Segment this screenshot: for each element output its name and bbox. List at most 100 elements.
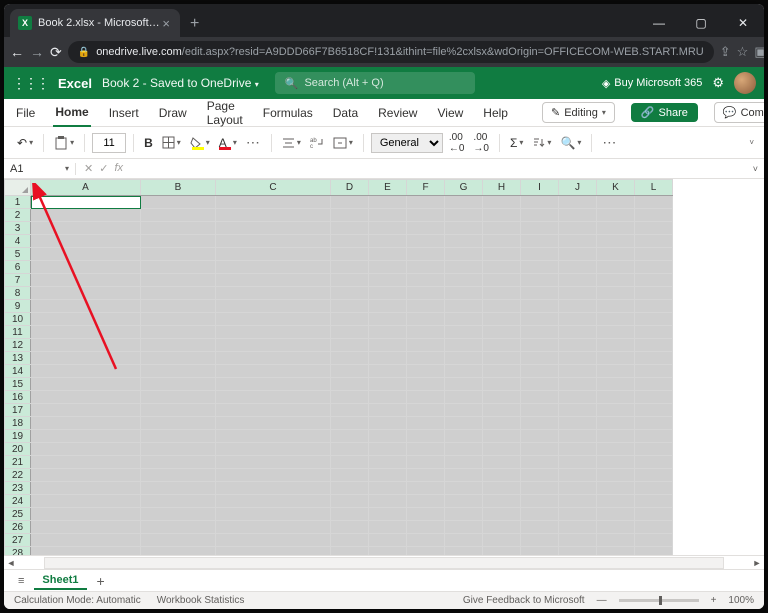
cell-G20[interactable] <box>445 443 483 456</box>
cell-G22[interactable] <box>445 469 483 482</box>
cell-H3[interactable] <box>483 222 521 235</box>
row-header-25[interactable]: 25 <box>5 508 31 521</box>
cell-G27[interactable] <box>445 534 483 547</box>
cell-K22[interactable] <box>597 469 635 482</box>
row-header-5[interactable]: 5 <box>5 248 31 261</box>
row-header-9[interactable]: 9 <box>5 300 31 313</box>
cell-F9[interactable] <box>407 300 445 313</box>
settings-icon[interactable]: ⚙ <box>712 75 724 91</box>
cell-D17[interactable] <box>331 404 369 417</box>
cell-E21[interactable] <box>369 456 407 469</box>
row-header-10[interactable]: 10 <box>5 313 31 326</box>
cell-G10[interactable] <box>445 313 483 326</box>
cell-F3[interactable] <box>407 222 445 235</box>
close-window-button[interactable]: ✕ <box>722 9 764 37</box>
cell-I8[interactable] <box>521 287 559 300</box>
cell-J22[interactable] <box>559 469 597 482</box>
cell-E11[interactable] <box>369 326 407 339</box>
cell-G28[interactable] <box>445 547 483 556</box>
cell-C16[interactable] <box>216 391 331 404</box>
more-commands-icon[interactable]: ⋯ <box>599 131 620 154</box>
cell-B4[interactable] <box>141 235 216 248</box>
cell-F20[interactable] <box>407 443 445 456</box>
cell-C2[interactable] <box>216 209 331 222</box>
cell-E25[interactable] <box>369 508 407 521</box>
cell-H9[interactable] <box>483 300 521 313</box>
cell-B25[interactable] <box>141 508 216 521</box>
cell-F24[interactable] <box>407 495 445 508</box>
cell-I3[interactable] <box>521 222 559 235</box>
cell-B7[interactable] <box>141 274 216 287</box>
col-header-F[interactable]: F <box>407 180 445 196</box>
cell-C6[interactable] <box>216 261 331 274</box>
cell-B3[interactable] <box>141 222 216 235</box>
cell-C10[interactable] <box>216 313 331 326</box>
cell-J12[interactable] <box>559 339 597 352</box>
select-all-corner[interactable] <box>5 180 31 196</box>
fill-color-button[interactable]: ▾ <box>187 133 213 153</box>
cell-I18[interactable] <box>521 417 559 430</box>
cell-B8[interactable] <box>141 287 216 300</box>
cell-L21[interactable] <box>635 456 673 469</box>
tab-view[interactable]: View <box>435 100 465 126</box>
cell-D24[interactable] <box>331 495 369 508</box>
cell-D19[interactable] <box>331 430 369 443</box>
cell-B16[interactable] <box>141 391 216 404</box>
undo-button[interactable]: ↶▾ <box>14 133 36 153</box>
cell-E13[interactable] <box>369 352 407 365</box>
share-button[interactable]: 🔗Share <box>631 103 698 122</box>
row-header-19[interactable]: 19 <box>5 430 31 443</box>
cell-L16[interactable] <box>635 391 673 404</box>
cell-H13[interactable] <box>483 352 521 365</box>
row-header-22[interactable]: 22 <box>5 469 31 482</box>
cell-A20[interactable] <box>31 443 141 456</box>
cell-L4[interactable] <box>635 235 673 248</box>
cell-K13[interactable] <box>597 352 635 365</box>
cell-A18[interactable] <box>31 417 141 430</box>
cell-C27[interactable] <box>216 534 331 547</box>
cell-I16[interactable] <box>521 391 559 404</box>
horizontal-scrollbar[interactable]: ◄ ► <box>4 555 764 569</box>
cell-A14[interactable] <box>31 365 141 378</box>
cell-F22[interactable] <box>407 469 445 482</box>
cell-H11[interactable] <box>483 326 521 339</box>
cell-F19[interactable] <box>407 430 445 443</box>
cell-K10[interactable] <box>597 313 635 326</box>
search-box[interactable]: 🔍 <box>275 72 475 94</box>
buy-microsoft-365[interactable]: ◈Buy Microsoft 365 <box>602 77 703 90</box>
merge-button[interactable]: ▾ <box>330 134 356 152</box>
cell-D12[interactable] <box>331 339 369 352</box>
row-header-27[interactable]: 27 <box>5 534 31 547</box>
font-more-icon[interactable]: ⋯ <box>243 131 264 154</box>
cell-K8[interactable] <box>597 287 635 300</box>
wrap-text-button[interactable]: abc <box>307 133 327 152</box>
cell-F27[interactable] <box>407 534 445 547</box>
cell-L26[interactable] <box>635 521 673 534</box>
row-header-8[interactable]: 8 <box>5 287 31 300</box>
cell-H27[interactable] <box>483 534 521 547</box>
address-bar[interactable]: 🔒 onedrive.live.com/edit.aspx?resid=A9DD… <box>68 41 714 63</box>
cell-I17[interactable] <box>521 404 559 417</box>
cell-F13[interactable] <box>407 352 445 365</box>
cell-A22[interactable] <box>31 469 141 482</box>
cell-L23[interactable] <box>635 482 673 495</box>
paste-button[interactable]: ▾ <box>51 133 77 153</box>
cell-B13[interactable] <box>141 352 216 365</box>
cell-C8[interactable] <box>216 287 331 300</box>
cell-H7[interactable] <box>483 274 521 287</box>
cell-J18[interactable] <box>559 417 597 430</box>
cell-I9[interactable] <box>521 300 559 313</box>
cell-E27[interactable] <box>369 534 407 547</box>
cell-D15[interactable] <box>331 378 369 391</box>
cell-B15[interactable] <box>141 378 216 391</box>
cell-I12[interactable] <box>521 339 559 352</box>
brand-label[interactable]: Excel <box>58 76 92 91</box>
share-page-icon[interactable]: ⇪ <box>720 44 731 60</box>
close-tab-icon[interactable]: × <box>160 16 172 31</box>
row-header-20[interactable]: 20 <box>5 443 31 456</box>
cell-F25[interactable] <box>407 508 445 521</box>
cell-D6[interactable] <box>331 261 369 274</box>
cell-H22[interactable] <box>483 469 521 482</box>
cell-J24[interactable] <box>559 495 597 508</box>
cell-I2[interactable] <box>521 209 559 222</box>
